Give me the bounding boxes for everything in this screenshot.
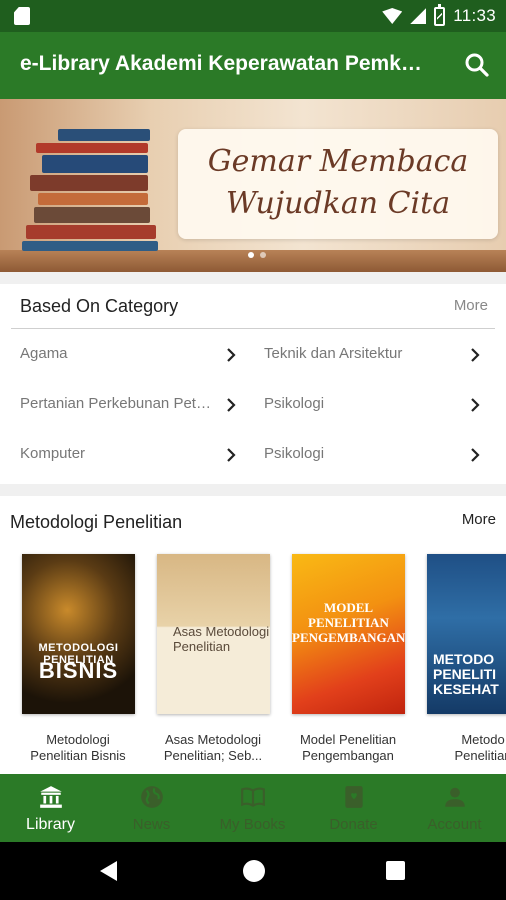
person-icon — [445, 787, 465, 807]
book-title: Model Penelitian Pengembangan — [299, 732, 397, 763]
chevron-right-icon — [227, 398, 236, 412]
category-section: Based On Category More Agama Teknik dan … — [0, 284, 506, 484]
book-title: Metodologi Penelitian Bisnis — [30, 732, 126, 763]
banner-slogan-card: Gemar Membaca Wujudkan Cita — [178, 129, 498, 239]
category-item[interactable]: Pertanian Perkebunan Peternakan — [20, 393, 240, 417]
chevron-right-icon — [471, 448, 480, 462]
category-item-label: Pertanian Perkebunan Peternakan — [20, 395, 212, 412]
books-section-title: Metodologi Penelitian — [10, 512, 183, 532]
category-item-label: Komputer — [20, 445, 86, 462]
category-item-label: Agama — [20, 345, 68, 362]
book-open-icon — [241, 787, 265, 807]
category-item[interactable]: Agama — [20, 343, 240, 367]
status-time: 11:33 — [453, 6, 496, 25]
banner-slogan-line2: Wujudkan Cita — [225, 186, 451, 221]
search-button[interactable] — [462, 50, 492, 80]
chevron-right-icon — [227, 448, 236, 462]
carousel-dot[interactable] — [260, 252, 266, 258]
bottom-navigation: Library News My Books Donate Account — [0, 774, 506, 842]
category-more-link[interactable]: More — [454, 297, 488, 314]
recent-apps-icon[interactable] — [386, 861, 405, 880]
category-item-label: Teknik dan Arsitektur — [264, 345, 403, 362]
nav-tab-library[interactable]: Library — [0, 774, 101, 842]
category-item-label: Psikologi — [264, 445, 325, 462]
category-item[interactable]: Komputer — [20, 443, 240, 467]
app-title: e-Library Akademi Keperawatan Pemkab Luw… — [20, 52, 430, 75]
book-cover: MODEL PENELITIAN PENGEMBANGAN — [292, 554, 405, 714]
category-section-title: Based On Category — [20, 296, 179, 316]
books-section: Metodologi Penelitian More METODOLOGI PE… — [0, 496, 506, 774]
library-icon — [40, 786, 62, 808]
app-bar: e-Library Akademi Keperawatan Pemkab Luw… — [0, 32, 506, 99]
nav-tab-news[interactable]: News — [101, 774, 202, 842]
carousel-dot[interactable] — [248, 252, 254, 258]
chevron-right-icon — [471, 398, 480, 412]
category-item[interactable]: Teknik dan Arsitektur — [264, 343, 484, 367]
nav-tab-account[interactable]: Account — [404, 774, 505, 842]
chevron-right-icon — [471, 348, 480, 362]
back-icon[interactable] — [100, 861, 117, 881]
divider — [11, 328, 495, 329]
banner-slogan-line1: Gemar Membaca — [207, 144, 469, 179]
book-title: Asas Metodologi Penelitian; Seb... — [163, 732, 263, 763]
book-cover: Asas Metodologi Penelitian — [157, 554, 270, 714]
screen: 11:33 e-Library Akademi Keperawatan Pemk… — [0, 0, 506, 900]
wifi-icon — [382, 8, 403, 24]
book-cover: METODO PENELITI KESEHAT — [427, 554, 506, 714]
search-icon — [465, 53, 489, 77]
nav-label: My Books — [219, 816, 286, 833]
category-item[interactable]: Psikologi — [264, 393, 484, 417]
nav-label: Library — [26, 816, 75, 833]
home-icon[interactable] — [243, 860, 265, 882]
books-more-link[interactable]: More — [462, 511, 496, 528]
book-cover: METODOLOGI PENELITIAN BISNIS — [22, 554, 135, 714]
nav-label: News — [132, 816, 171, 833]
nav-label: Donate — [329, 816, 378, 833]
carousel-indicator — [248, 252, 266, 258]
system-navigation-bar — [0, 842, 506, 900]
promo-banner[interactable]: Gemar Membaca Wujudkan Cita — [0, 99, 506, 272]
book-title: Metodo Penelitian — [454, 732, 506, 763]
globe-icon — [141, 786, 163, 808]
status-icons: 11:33 — [382, 0, 496, 32]
nav-tab-donate[interactable]: Donate — [303, 774, 404, 842]
donate-book-icon — [345, 786, 363, 808]
nav-tab-my-books[interactable]: My Books — [202, 774, 303, 842]
battery-charging-icon — [434, 3, 446, 26]
nav-label: Account — [427, 816, 482, 833]
status-bar: 11:33 — [0, 0, 506, 32]
cell-signal-icon — [410, 8, 427, 24]
chevron-right-icon — [227, 348, 236, 362]
category-item-label: Psikologi — [264, 395, 325, 412]
sim-card-icon — [14, 7, 30, 25]
category-item[interactable]: Psikologi — [264, 443, 484, 467]
